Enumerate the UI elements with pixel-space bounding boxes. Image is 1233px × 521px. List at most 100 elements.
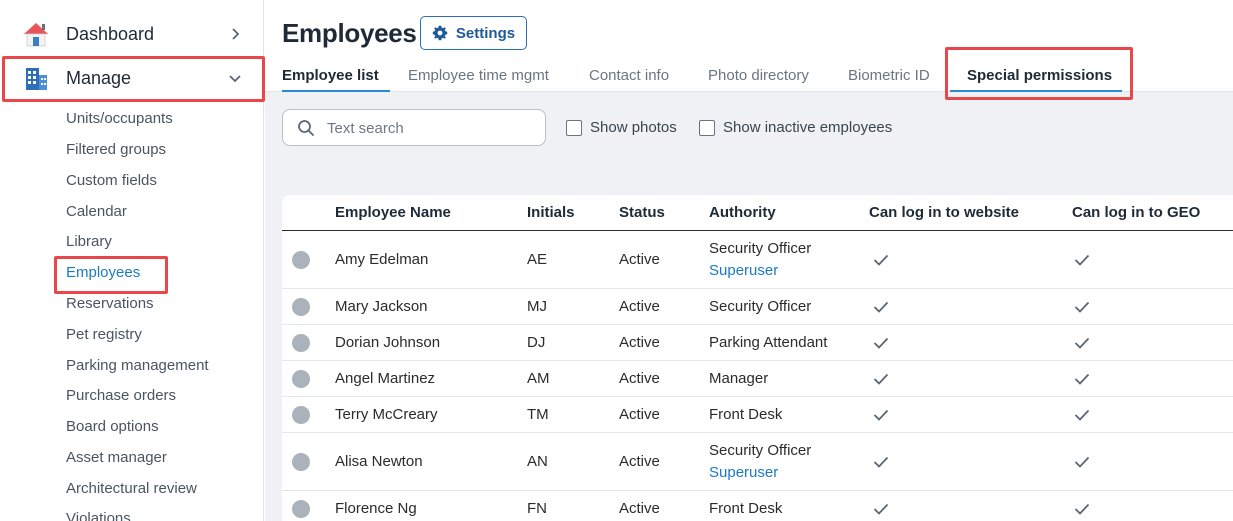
search-input[interactable] [327,118,527,138]
sidebar-item-architectural-review[interactable]: Architectural review [66,480,197,497]
column-header-website-login[interactable]: Can log in to website [869,204,1019,221]
geo-login-check-icon [1074,373,1090,385]
column-header-employee-name[interactable]: Employee Name [335,204,451,221]
column-header-authority[interactable]: Authority [709,204,776,221]
column-header-geo-login[interactable]: Can log in to GEO [1072,204,1200,221]
employee-initials: AN [527,453,548,470]
column-header-initials[interactable]: Initials [527,204,575,221]
table-row[interactable]: Alisa Newton AN Active Security Officer Supe… [282,433,1233,491]
nav-dashboard[interactable]: Dashboard [0,12,264,56]
geo-login-check-icon [1074,456,1090,468]
table-row[interactable]: Angel Martinez AM Active Manager [282,361,1233,397]
employee-authority-sub[interactable]: Superuser [709,262,778,279]
geo-login-check-icon [1074,254,1090,266]
tab-photo-directory[interactable]: Photo directory [708,67,809,84]
employee-status: Active [619,500,660,517]
sidebar-item-reservations[interactable]: Reservations [66,295,154,312]
highlight-box-manage [2,56,265,102]
employee-authority-sub[interactable]: Superuser [709,464,778,481]
show-inactive-label: Show inactive employees [723,119,893,136]
sidebar-item-custom-fields[interactable]: Custom fields [66,172,157,189]
status-dot [292,251,310,269]
employee-authority: Front Desk [709,500,783,517]
table-row[interactable]: Mary Jackson MJ Active Security Officer [282,289,1233,325]
table-row[interactable]: Dorian Johnson DJ Active Parking Attendant [282,325,1233,361]
employee-initials: FN [527,500,547,517]
employee-name: Amy Edelman [335,251,429,268]
employee-status: Active [619,334,660,351]
chevron-right-icon [232,28,240,40]
employee-authority: Manager [709,370,769,387]
website-login-check-icon [873,373,889,385]
employee-name: Alisa Newton [335,453,423,470]
geo-login-check-icon [1074,503,1090,515]
website-login-check-icon [873,337,889,349]
employee-name: Terry McCreary [335,406,438,423]
status-dot [292,453,310,471]
employee-status: Active [619,453,660,470]
employee-initials: TM [527,406,549,423]
search-icon [298,120,314,136]
tab-contact-info[interactable]: Contact info [589,67,669,84]
employee-initials: MJ [527,298,547,315]
highlight-box-special-permissions [945,47,1133,100]
employee-authority: Parking Attendant [709,334,828,351]
status-dot [292,406,310,424]
table-row[interactable]: Amy Edelman AE Active Security Officer Super… [282,231,1233,289]
employee-status: Active [619,370,660,387]
page-title: Employees [282,18,417,48]
sidebar-item-filtered-groups[interactable]: Filtered groups [66,141,166,158]
website-login-check-icon [873,254,889,266]
nav-dashboard-label: Dashboard [66,23,155,44]
table-row[interactable]: Terry McCreary TM Active Front Desk [282,397,1233,433]
website-login-check-icon [873,456,889,468]
employee-table: Employee Name Initials Status Authority … [282,195,1233,521]
employee-authority: Security Officer [709,442,812,459]
settings-button-label: Settings [455,24,516,42]
checkbox-box[interactable] [699,119,715,136]
employee-authority: Front Desk [709,406,783,423]
employee-name: Florence Ng [335,500,417,517]
settings-button[interactable]: Settings [420,16,527,50]
status-dot [292,370,310,388]
highlight-box-employees [54,256,168,294]
sidebar-item-calendar[interactable]: Calendar [66,203,127,220]
employee-name: Dorian Johnson [335,334,441,351]
show-photos-label: Show photos [590,119,677,136]
sidebar-item-asset-manager[interactable]: Asset manager [66,449,167,466]
employee-authority: Security Officer [709,240,812,257]
employee-initials: AE [527,251,548,268]
main-content: Employees Settings Employee list Employe… [265,0,1233,521]
checkbox-box[interactable] [566,119,582,136]
employee-authority: Security Officer [709,298,812,315]
website-login-check-icon [873,301,889,313]
geo-login-check-icon [1074,301,1090,313]
tab-biometric-id[interactable]: Biometric ID [848,67,930,84]
gear-icon [432,25,448,41]
status-dot [292,500,310,518]
sidebar-item-purchase-orders[interactable]: Purchase orders [66,387,176,404]
geo-login-check-icon [1074,337,1090,349]
sidebar-item-pet-registry[interactable]: Pet registry [66,326,142,343]
show-inactive-checkbox[interactable]: Show inactive employees [699,119,892,136]
tab-employee-list[interactable]: Employee list [282,67,379,84]
website-login-check-icon [873,409,889,421]
sidebar-item-library[interactable]: Library [66,233,112,250]
table-row[interactable]: Florence Ng FN Active Front Desk [282,491,1233,521]
employee-status: Active [619,406,660,423]
column-header-status[interactable]: Status [619,204,665,221]
employee-name: Mary Jackson [335,298,428,315]
sidebar-item-units-occupants[interactable]: Units/occupants [66,110,173,127]
tab-employee-time-mgmt[interactable]: Employee time mgmt [408,67,549,84]
employee-status: Active [619,251,660,268]
status-dot [292,298,310,316]
house-icon [24,23,48,47]
search-box [282,109,546,146]
sidebar-item-violations[interactable]: Violations [66,510,131,521]
sidebar-item-board-options[interactable]: Board options [66,418,159,435]
status-dot [292,334,310,352]
sidebar-item-parking-management[interactable]: Parking management [66,357,209,374]
employee-initials: DJ [527,334,546,351]
show-photos-checkbox[interactable]: Show photos [566,119,677,136]
table-header: Employee Name Initials Status Authority … [282,195,1233,231]
